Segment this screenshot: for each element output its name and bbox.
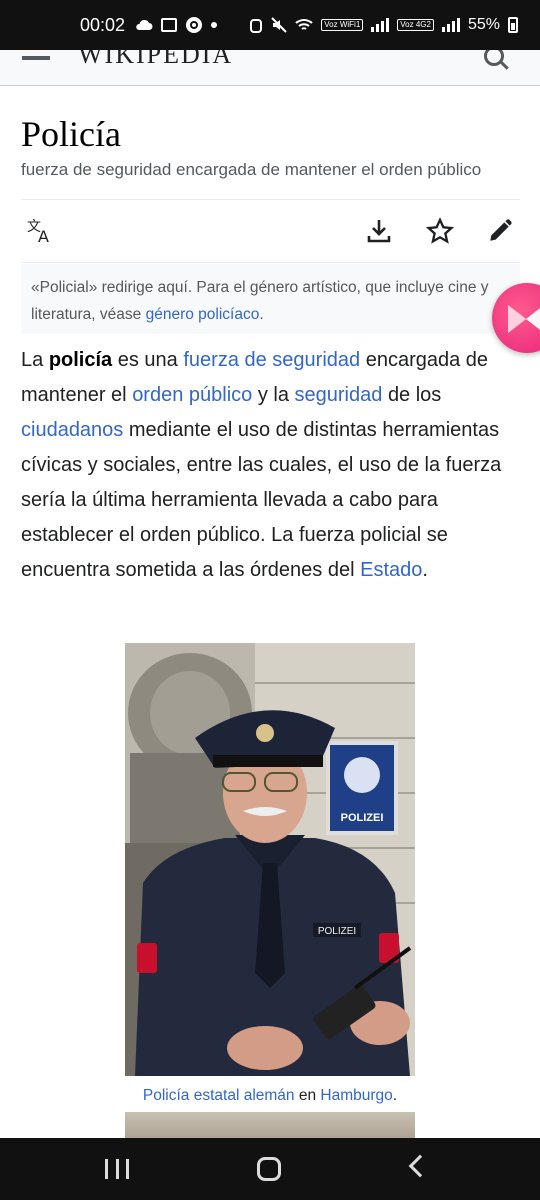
- photo-illustration: POLIZEI POLIZEI: [125, 643, 415, 1076]
- record-icon: [186, 17, 203, 33]
- page-title: Policía: [21, 114, 121, 154]
- divider: [21, 199, 520, 200]
- hatnote: «Policial» redirige aquí. Para el género…: [21, 264, 520, 334]
- back-icon[interactable]: [408, 1154, 432, 1178]
- translate-icon[interactable]: 文 A: [26, 216, 56, 246]
- alarm-icon: [250, 19, 263, 33]
- text-span: de los: [387, 384, 442, 406]
- article-paragraph: La policía es una fuerza de seguridad en…: [21, 343, 518, 588]
- battery-icon: [508, 17, 518, 33]
- text-span: .: [422, 559, 428, 581]
- status-time: 00:02: [80, 14, 126, 35]
- edit-icon[interactable]: [485, 216, 515, 246]
- volte-4g-badge: Voz 4G2: [397, 19, 434, 31]
- signal-icon: [371, 18, 390, 32]
- menu-icon[interactable]: [22, 56, 50, 60]
- figure-caption: Policía estatal alemán en Hamburgo.: [0, 1087, 540, 1105]
- hatnote-end: .: [259, 306, 264, 323]
- page-subtitle: fuerza de seguridad encargada de mantene…: [21, 160, 482, 179]
- navigation-bar: [0, 1138, 540, 1200]
- link-estado[interactable]: Estado: [360, 559, 422, 581]
- download-icon[interactable]: [364, 216, 394, 246]
- uniform-badge-text: POLIZEI: [318, 926, 356, 937]
- link-ciudadanos[interactable]: ciudadanos: [21, 419, 123, 441]
- caption-link-policia-estatal[interactable]: Policía estatal alemán: [143, 1087, 295, 1104]
- polizei-sign-text: POLIZEI: [341, 812, 384, 824]
- status-bar: 00:02 Voz WiFi1 Voz 4G2 55%: [0, 0, 540, 50]
- article-image-police-officer[interactable]: POLIZEI POLIZEI: [125, 643, 415, 1076]
- text-span: y la: [257, 384, 289, 406]
- caption-text: en: [298, 1087, 317, 1104]
- text-span: mediante el uso de distintas herramienta…: [21, 419, 502, 581]
- wikipedia-header: WIKIPEDIA: [0, 50, 540, 86]
- hatnote-link[interactable]: género policíaco: [146, 306, 260, 323]
- search-icon[interactable]: [484, 50, 504, 66]
- link-orden-publico[interactable]: orden público: [132, 384, 252, 406]
- cloud-icon: [136, 19, 153, 30]
- text-span: La: [21, 349, 44, 371]
- text-span: es una: [117, 349, 178, 371]
- link-fuerza-de-seguridad[interactable]: fuerza de seguridad: [183, 349, 360, 371]
- gallery-icon: [161, 18, 178, 32]
- bold-term: policía: [48, 349, 113, 371]
- caption-link-hamburgo[interactable]: Hamburgo: [320, 1087, 392, 1104]
- recent-apps-icon[interactable]: [105, 1159, 129, 1179]
- svg-text:A: A: [38, 227, 49, 244]
- m-logo-icon: [508, 305, 540, 333]
- wifi-icon: [295, 19, 313, 30]
- signal-icon: [441, 18, 460, 32]
- link-seguridad[interactable]: seguridad: [295, 384, 383, 406]
- wikipedia-logo[interactable]: WIKIPEDIA: [78, 50, 233, 70]
- home-icon[interactable]: [257, 1157, 281, 1181]
- page-actions: 文 A: [0, 210, 540, 256]
- caption-end: .: [392, 1087, 398, 1104]
- dot-icon: [211, 22, 218, 28]
- divider: [21, 262, 520, 263]
- volte-wifi-badge: Voz WiFi1: [321, 19, 364, 31]
- battery-percent: 55%: [467, 16, 500, 33]
- mute-icon: [271, 17, 287, 33]
- star-icon[interactable]: [425, 216, 455, 246]
